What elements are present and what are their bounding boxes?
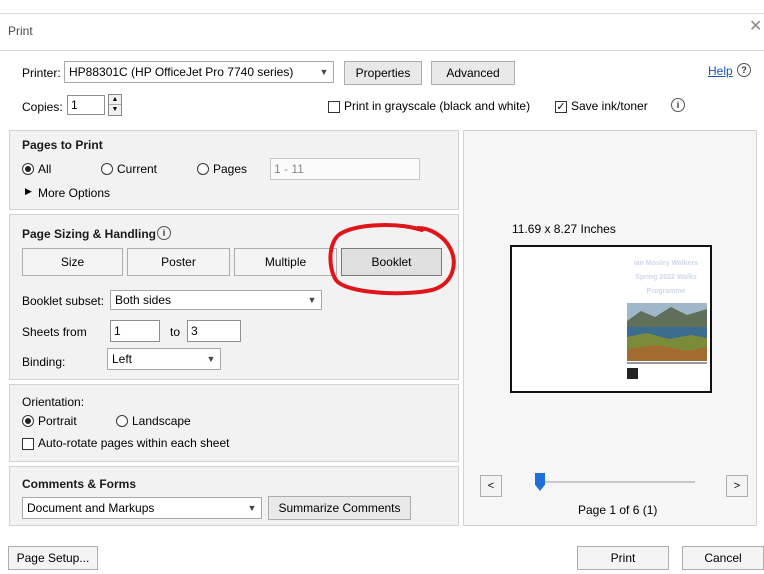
print-button[interactable]: Print	[577, 546, 669, 570]
all-label: All	[38, 162, 52, 176]
preview-title-line-2: Spring 2022 Walks	[635, 274, 697, 281]
page-indicator: Page 1 of 6 (1)	[578, 503, 658, 517]
size-button[interactable]: Size	[22, 248, 123, 276]
page-setup-button[interactable]: Page Setup...	[8, 546, 98, 570]
stepper-down-icon[interactable]: ▼	[109, 105, 121, 115]
copies-stepper[interactable]: ▲ ▼	[108, 94, 122, 116]
grayscale-checkbox[interactable]	[328, 101, 340, 113]
page-sizing-heading: Page Sizing & Handling	[22, 227, 157, 241]
copies-label: Copies:	[22, 100, 63, 114]
sheets-to-label: to	[170, 325, 181, 339]
binding-label: Binding:	[22, 355, 66, 369]
sheets-to-input[interactable]: 3	[187, 320, 241, 342]
current-radio[interactable]	[101, 163, 113, 175]
cancel-button[interactable]: Cancel	[682, 546, 764, 570]
sheets-from-input[interactable]: 1	[110, 320, 160, 342]
printer-select-value: HP88301C (HP OfficeJet Pro 7740 series)	[69, 65, 294, 79]
comments-forms-value: Document and Markups	[27, 501, 155, 515]
properties-button[interactable]: Properties	[344, 61, 422, 85]
summarize-comments-button[interactable]: Summarize Comments	[268, 496, 411, 520]
preview-title-line-3: Programme	[646, 288, 686, 295]
booklet-subset-value: Both sides	[115, 293, 172, 307]
paper-size-label: 11.69 x 8.27 Inches	[512, 222, 616, 236]
copies-input[interactable]: 1	[67, 95, 105, 115]
pages-range-input[interactable]: 1 - 11	[270, 158, 420, 180]
landscape-radio[interactable]	[116, 415, 128, 427]
current-label: Current	[117, 162, 158, 176]
comments-forms-heading: Comments & Forms	[22, 477, 137, 491]
preview-page-text: Ian Mosley Walkers Spring 2022 Walks Pro…	[620, 257, 712, 299]
preview-title-line-1: Ian Mosley Walkers	[633, 260, 699, 267]
help-link[interactable]: Help	[708, 64, 733, 78]
orientation-heading: Orientation:	[22, 395, 85, 409]
save-ink-label: Save ink/toner	[571, 99, 648, 113]
chevron-down-icon: ▼	[307, 295, 317, 305]
chevron-down-icon: ▼	[206, 354, 216, 364]
page-slider-track[interactable]	[535, 481, 695, 483]
sheets-from-label: Sheets from	[22, 325, 87, 339]
booklet-subset-label: Booklet subset:	[22, 294, 105, 308]
poster-button[interactable]: Poster	[127, 248, 230, 276]
pages-to-print-heading: Pages to Print	[22, 138, 103, 152]
auto-rotate-label: Auto-rotate pages within each sheet	[38, 436, 230, 450]
title-separator	[0, 50, 764, 51]
next-page-button[interactable]: >	[726, 475, 748, 497]
printer-label: Printer:	[22, 66, 61, 80]
more-options-toggle[interactable]: More Options	[38, 186, 110, 200]
dialog-title: Print	[8, 24, 33, 38]
close-icon[interactable]: ✕	[749, 19, 763, 35]
stepper-up-icon[interactable]: ▲	[109, 95, 121, 105]
landscape-label: Landscape	[132, 414, 191, 428]
chevron-down-icon: ▼	[319, 67, 329, 77]
comments-forms-select[interactable]: Document and Markups ▼	[22, 497, 262, 519]
booklet-subset-select[interactable]: Both sides ▼	[110, 290, 322, 310]
preview-landscape-photo	[627, 303, 707, 361]
help-question-icon[interactable]: ?	[737, 63, 751, 77]
all-radio[interactable]	[22, 163, 34, 175]
printer-select[interactable]: HP88301C (HP OfficeJet Pro 7740 series) …	[64, 61, 334, 83]
portrait-radio[interactable]	[22, 415, 34, 427]
previous-page-button[interactable]: <	[480, 475, 502, 497]
pages-radio[interactable]	[197, 163, 209, 175]
preview-logo	[627, 368, 638, 379]
info-icon[interactable]: i	[671, 98, 685, 112]
grayscale-label: Print in grayscale (black and white)	[344, 99, 531, 113]
advanced-button[interactable]: Advanced	[431, 61, 515, 85]
portrait-label: Portrait	[38, 414, 77, 428]
red-circle-annotation	[328, 223, 456, 296]
expand-arrow-icon[interactable]: ▶	[25, 186, 32, 197]
preview-caption-line	[627, 362, 707, 364]
multiple-button[interactable]: Multiple	[234, 248, 337, 276]
auto-rotate-checkbox[interactable]	[22, 438, 34, 450]
binding-value: Left	[112, 352, 133, 366]
chevron-down-icon: ▼	[247, 503, 257, 513]
top-divider	[0, 13, 764, 14]
pages-label: Pages	[213, 162, 248, 176]
info-icon[interactable]: i	[157, 226, 171, 240]
save-ink-checkbox[interactable]: ✓	[555, 101, 567, 113]
binding-select[interactable]: Left ▼	[107, 348, 221, 370]
page-preview: Ian Mosley Walkers Spring 2022 Walks Pro…	[510, 245, 712, 393]
